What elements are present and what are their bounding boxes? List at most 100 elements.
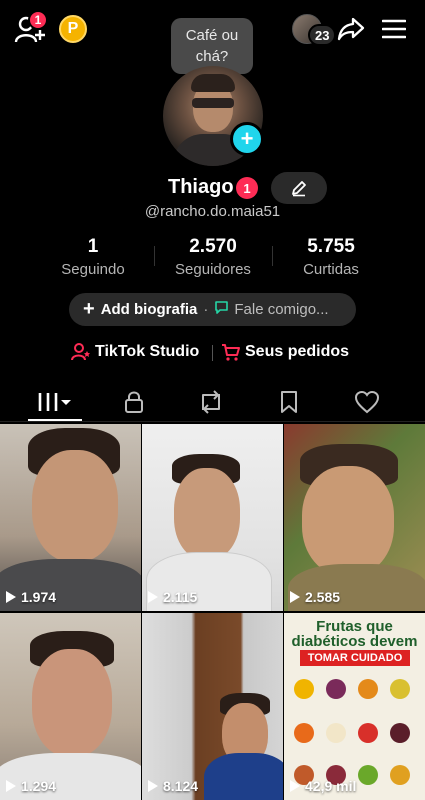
view-count: 1.294	[6, 778, 56, 794]
orders-link[interactable]: Seus pedidos	[221, 342, 349, 362]
studio-icon	[71, 343, 90, 361]
profile-name: Thiago	[168, 176, 234, 198]
bio-separator: ·	[203, 301, 209, 318]
studio-label: TikTok Studio	[95, 343, 200, 360]
video-thumbnail[interactable]: Frutas que diabéticos devem TOMAR CUIDAD…	[284, 613, 425, 800]
thumb-face	[32, 450, 118, 562]
tab-reposts[interactable]	[171, 386, 251, 418]
view-count: 8.124	[148, 778, 198, 794]
heart-icon	[354, 390, 380, 414]
view-count: 42,9 mil	[290, 778, 356, 794]
add-bio-button[interactable]: + Add biografia · Fale comigo...	[69, 293, 356, 326]
infographic-title: Frutas que diabéticos devem	[284, 619, 425, 649]
stat-value: 1	[87, 236, 99, 257]
share-icon	[337, 17, 365, 41]
view-count-label: 1.974	[21, 589, 57, 605]
stat-label: Curtidas	[303, 261, 359, 278]
infographic-title-line-2: diabéticos devem	[291, 633, 418, 650]
plus-icon: +	[240, 126, 254, 151]
notification-badge: 1	[28, 10, 48, 30]
tab-favorites[interactable]	[249, 386, 329, 418]
stat-value: 2.570	[189, 236, 237, 257]
stat-following[interactable]: 1 Seguindo	[38, 236, 148, 278]
edit-icon	[292, 181, 306, 197]
infographic-pill: TOMAR CUIDADO	[300, 650, 410, 666]
bio-fale-label: Fale comigo...	[234, 301, 329, 318]
active-tab-indicator	[28, 419, 82, 421]
tooltip-line-2: chá?	[195, 48, 229, 65]
play-icon	[290, 780, 300, 792]
plus-icon: +	[83, 298, 95, 320]
view-count-label: 8.124	[163, 778, 199, 794]
tab-liked[interactable]	[327, 386, 407, 418]
stat-value: 5.755	[307, 236, 355, 257]
infographic-title-line-1: Frutas que	[316, 618, 393, 635]
profile-tabs	[0, 380, 425, 422]
video-thumbnail[interactable]: 2.585	[284, 424, 425, 611]
play-icon	[290, 591, 300, 603]
orders-label: Seus pedidos	[245, 343, 350, 360]
fruit-image	[358, 765, 378, 785]
play-icon	[6, 780, 16, 792]
stat-label: Seguindo	[61, 261, 125, 278]
add-bio-label: Add biografia	[100, 301, 198, 318]
repost-icon	[202, 390, 220, 414]
fruit-image	[326, 679, 346, 699]
stat-followers[interactable]: 2.570 Seguidores	[158, 236, 268, 278]
video-thumbnail[interactable]: 2.115	[142, 424, 283, 611]
view-count-label: 2.115	[163, 589, 198, 605]
thumb-face	[174, 468, 240, 560]
fruit-image	[294, 679, 314, 699]
thumb-face	[32, 649, 112, 757]
row-divider	[212, 345, 213, 361]
story-count-badge: 23	[308, 24, 337, 46]
fruit-image	[358, 679, 378, 699]
profile-handle: @rancho.do.maia51	[144, 203, 281, 220]
view-count-label: 42,9 mil	[305, 778, 357, 794]
play-icon	[148, 780, 158, 792]
chat-icon	[214, 300, 229, 319]
fruit-image	[326, 723, 346, 743]
fruit-image	[358, 723, 378, 743]
stat-likes[interactable]: 5.755 Curtidas	[276, 236, 386, 278]
video-grid: 1.974 2.115 2.585 1.294 8.124 Frutas que…	[0, 424, 425, 800]
share-button[interactable]	[337, 16, 365, 42]
play-icon	[148, 591, 158, 603]
view-count: 1.974	[6, 589, 56, 605]
tab-videos[interactable]	[16, 386, 96, 418]
lock-icon	[125, 391, 143, 413]
tab-private[interactable]	[94, 386, 174, 418]
bookmark-icon	[281, 391, 297, 413]
menu-icon	[381, 19, 407, 39]
add-story-button[interactable]: +	[230, 122, 264, 156]
menu-button[interactable]	[381, 18, 407, 40]
thumb-face	[302, 466, 394, 576]
avatar-glasses	[192, 98, 234, 108]
profile-stats: 1 Seguindo 2.570 Seguidores 5.755 Curtid…	[0, 236, 425, 278]
avatar-hair	[191, 74, 235, 92]
view-count: 2.115	[148, 589, 197, 605]
fruit-image	[390, 679, 410, 699]
name-badge: 1	[236, 177, 258, 199]
edit-profile-button[interactable]	[271, 172, 327, 204]
cart-icon	[222, 344, 240, 361]
thumb-shirt	[204, 753, 283, 800]
stat-label: Seguidores	[175, 261, 251, 278]
fruit-image	[390, 765, 410, 785]
video-thumbnail[interactable]: 8.124	[142, 613, 283, 800]
play-icon	[6, 591, 16, 603]
tooltip-line-1: Café ou	[185, 27, 239, 44]
stat-divider	[272, 246, 273, 266]
view-count-label: 2.585	[305, 589, 341, 605]
view-count-label: 1.294	[21, 778, 57, 794]
shortcut-row: TikTok Studio Seus pedidos	[0, 342, 425, 364]
stat-divider	[154, 246, 155, 266]
fruit-image	[390, 723, 410, 743]
fruit-image	[294, 723, 314, 743]
video-thumbnail[interactable]: 1.974	[0, 424, 141, 611]
grid-icon	[38, 393, 71, 411]
view-count: 2.585	[290, 589, 340, 605]
coin-icon[interactable]: P	[59, 15, 87, 43]
video-thumbnail[interactable]: 1.294	[0, 613, 141, 800]
tiktok-studio-link[interactable]: TikTok Studio	[71, 342, 199, 362]
